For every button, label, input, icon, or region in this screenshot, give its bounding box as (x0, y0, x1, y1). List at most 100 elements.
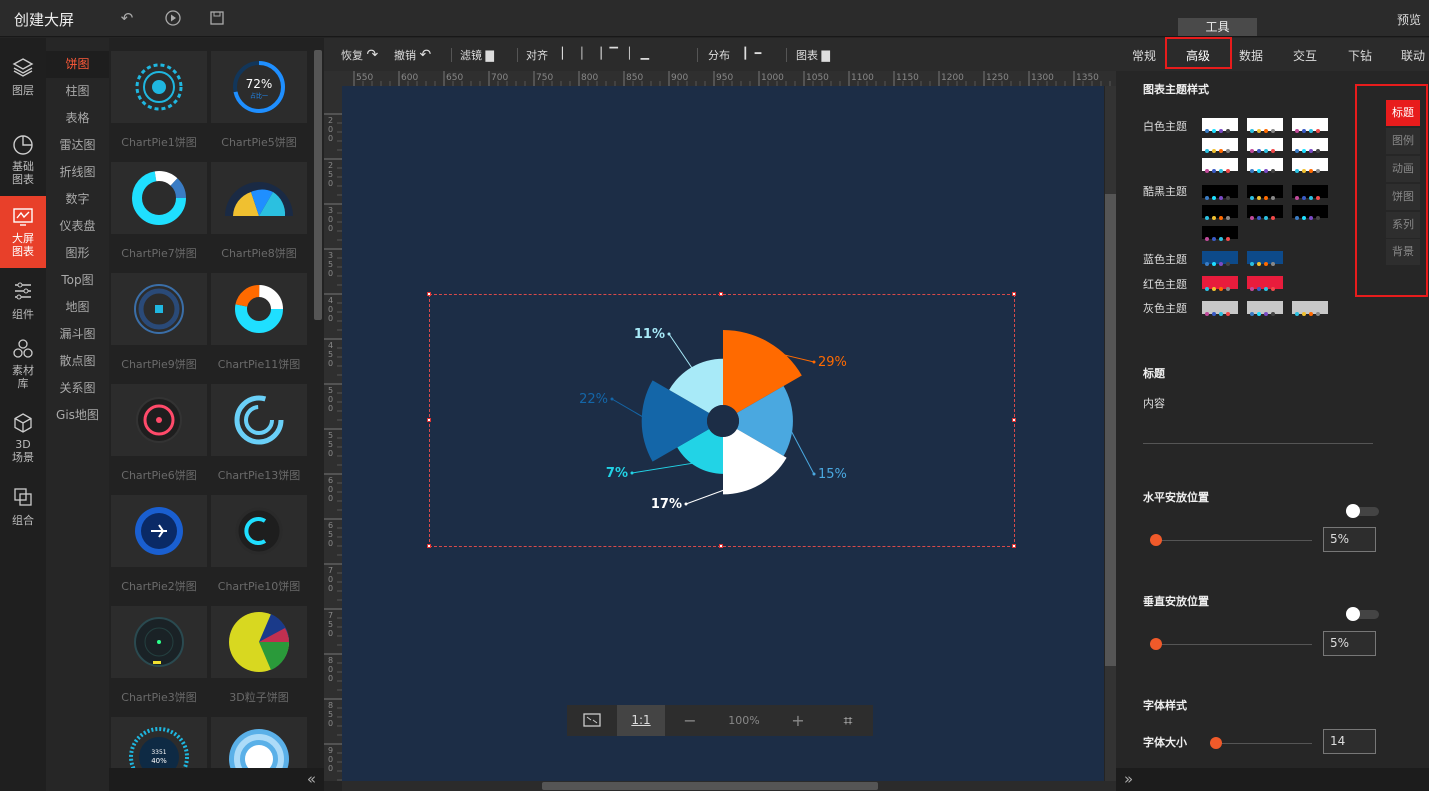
gallery-card[interactable]: ChartPie3饼图 (111, 606, 207, 716)
play-icon[interactable] (164, 9, 182, 27)
collapse-right-icon[interactable]: » (1124, 770, 1133, 788)
category-item[interactable]: Top图 (46, 267, 109, 294)
back-icon[interactable]: ↶ (118, 9, 136, 27)
theme-swatch[interactable] (1247, 251, 1283, 266)
distribute-button[interactable]: 分布 (708, 47, 730, 63)
category-item[interactable]: 地图 (46, 294, 109, 321)
category-item[interactable]: 仪表盘 (46, 213, 109, 240)
resize-handle[interactable] (427, 418, 431, 422)
theme-swatch[interactable] (1247, 118, 1283, 133)
tab-interaction[interactable]: 交互 (1293, 47, 1317, 64)
theme-swatch[interactable] (1292, 138, 1328, 153)
resize-handle[interactable] (427, 544, 431, 548)
sidetab-legend[interactable]: 图例 (1386, 128, 1420, 154)
sidetab-background[interactable]: 背景 (1386, 239, 1420, 265)
actual-size-button[interactable]: 1:1 (617, 705, 665, 736)
resize-handle[interactable] (1012, 418, 1016, 422)
gallery-card[interactable]: ChartPie2饼图 (111, 495, 207, 605)
theme-swatch[interactable] (1247, 158, 1283, 173)
h-pos-slider[interactable] (1150, 534, 1312, 546)
theme-swatch[interactable] (1202, 205, 1238, 220)
resize-handle[interactable] (1012, 544, 1016, 548)
gallery-card[interactable]: ChartPie1饼图 (111, 51, 207, 161)
theme-swatch[interactable] (1202, 118, 1238, 133)
v-pos-toggle[interactable] (1346, 607, 1379, 621)
theme-swatch[interactable] (1292, 301, 1328, 316)
theme-swatch[interactable] (1247, 205, 1283, 220)
category-item[interactable]: 柱图 (46, 78, 109, 105)
zoom-in-button[interactable]: + (773, 705, 823, 736)
redo-button[interactable]: 恢复 ↷ (341, 47, 378, 63)
category-item[interactable]: 散点图 (46, 348, 109, 375)
category-item[interactable]: Gis地图 (46, 402, 109, 429)
gallery-card[interactable]: ChartPie9饼图 (111, 273, 207, 383)
resize-handle[interactable] (719, 292, 723, 296)
nav-basic-charts[interactable]: 基础图表 (0, 124, 46, 196)
gallery-scrollbar[interactable] (314, 50, 322, 320)
nav-layers[interactable]: 图层 (0, 46, 46, 118)
nav-components[interactable]: 组件 (0, 270, 46, 325)
font-size-slider[interactable] (1210, 737, 1312, 749)
gallery-card[interactable]: ChartPie7饼图 (111, 162, 207, 272)
canvas-horizontal-scrollbar[interactable] (342, 781, 1116, 791)
v-pos-input[interactable]: 5% (1323, 631, 1376, 656)
gallery-card[interactable]: ChartPie10饼图 (211, 495, 307, 605)
nav-group[interactable]: 组合 (0, 476, 46, 531)
undo-button[interactable]: 撤销 ↶ (394, 47, 431, 63)
h-pos-input[interactable]: 5% (1323, 527, 1376, 552)
tab-general[interactable]: 常规 (1132, 47, 1156, 64)
gallery-card[interactable]: 3351 40% (111, 717, 207, 768)
zoom-out-button[interactable]: − (665, 705, 715, 736)
preview-button[interactable]: 预览 (1397, 11, 1421, 28)
theme-swatch[interactable] (1202, 251, 1238, 266)
canvas-vertical-scrollbar[interactable] (1105, 86, 1116, 781)
theme-swatch[interactable] (1247, 301, 1283, 316)
distribute-icons[interactable]: ┃━ (742, 47, 767, 60)
category-item[interactable]: 关系图 (46, 375, 109, 402)
theme-swatch[interactable] (1292, 158, 1328, 173)
grid-icon[interactable]: ⌗ (823, 705, 873, 736)
nav-screen-charts[interactable]: 大屏图表 (0, 196, 46, 268)
selected-chart-frame[interactable]: 29% 15% 17% 7% 22% 11% (429, 294, 1015, 547)
theme-swatch[interactable] (1292, 118, 1328, 133)
tab-drilldown[interactable]: 下钻 (1348, 47, 1372, 64)
category-item[interactable]: 饼图 (46, 51, 109, 78)
resize-handle[interactable] (1012, 292, 1016, 296)
gallery-card[interactable]: 3D粒子饼图 (211, 606, 307, 716)
theme-swatch[interactable] (1247, 138, 1283, 153)
theme-swatch[interactable] (1202, 158, 1238, 173)
tab-data[interactable]: 数据 (1239, 47, 1263, 64)
gallery-card[interactable]: ChartPie13饼图 (211, 384, 307, 494)
gallery-card[interactable] (211, 717, 307, 768)
theme-swatch[interactable] (1247, 276, 1283, 291)
theme-swatch[interactable] (1202, 301, 1238, 316)
align-button[interactable]: 对齐 (526, 47, 548, 63)
gallery-card[interactable]: ChartPie8饼图 (211, 162, 307, 272)
tools-tab[interactable]: 工具 (1178, 18, 1257, 36)
theme-swatch[interactable] (1202, 226, 1238, 241)
category-item[interactable]: 表格 (46, 105, 109, 132)
theme-swatch[interactable] (1247, 185, 1283, 200)
gallery-card[interactable]: ChartPie6饼图 (111, 384, 207, 494)
resize-handle[interactable] (719, 544, 723, 548)
chart-button[interactable]: 图表 ▇ (796, 47, 830, 63)
category-item[interactable]: 图形 (46, 240, 109, 267)
filter-button[interactable]: 滤镜 ▇ (460, 47, 494, 63)
align-icons[interactable]: ▏│▕▔│▁ (562, 47, 657, 60)
theme-swatch[interactable] (1202, 185, 1238, 200)
h-pos-toggle[interactable] (1346, 504, 1379, 518)
category-item[interactable]: 漏斗图 (46, 321, 109, 348)
sidetab-series[interactable]: 系列 (1386, 212, 1420, 238)
nav-3d-scene[interactable]: 3D场景 (0, 402, 46, 474)
v-pos-slider[interactable] (1150, 638, 1312, 650)
sidetab-title[interactable]: 标题 (1386, 100, 1420, 126)
gallery-card[interactable]: ChartPie11饼图 (211, 273, 307, 383)
sidetab-animation[interactable]: 动画 (1386, 156, 1420, 182)
theme-swatch[interactable] (1202, 138, 1238, 153)
sidetab-pie[interactable]: 饼图 (1386, 184, 1420, 210)
save-icon[interactable] (208, 9, 226, 27)
collapse-left-icon[interactable]: « (307, 770, 316, 788)
gallery-card[interactable]: 72% 占比一 ChartPie5饼图 (211, 51, 307, 161)
category-item[interactable]: 折线图 (46, 159, 109, 186)
content-input[interactable] (1143, 414, 1373, 444)
